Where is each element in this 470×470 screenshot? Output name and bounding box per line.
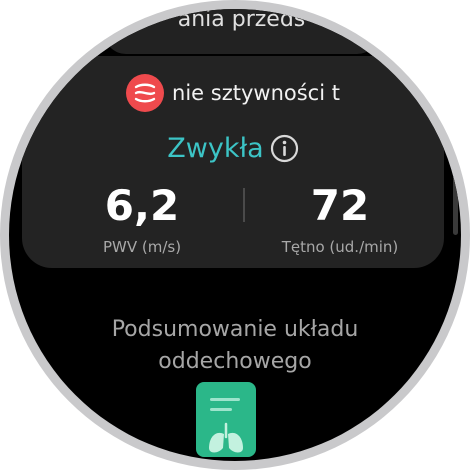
heart-rate-label: Tętno (ud./min) xyxy=(281,238,399,256)
pwv-metric: 6,2 PWV (m/s) xyxy=(67,181,217,257)
report-line xyxy=(210,398,240,401)
respiratory-summary-title: Podsumowanie układu oddechowego xyxy=(9,314,461,378)
card-header: nie sztywności t xyxy=(22,73,444,113)
watch-screen[interactable]: ania przeds nie sztywności t Zwykła 6,2 … xyxy=(9,9,461,461)
heart-rate-value: 72 xyxy=(310,181,370,230)
card-title: nie sztywności t xyxy=(172,81,340,105)
scroll-indicator xyxy=(453,125,458,235)
watch-bezel: ania przeds nie sztywności t Zwykła 6,2 … xyxy=(0,0,470,470)
section-title-line-2: oddechowego xyxy=(158,349,312,374)
screenshot-page: ania przeds nie sztywności t Zwykła 6,2 … xyxy=(0,0,470,470)
previous-card-text: ania przeds xyxy=(177,9,306,32)
previous-card[interactable]: ania przeds xyxy=(104,9,379,54)
lungs-report-icon[interactable] xyxy=(196,382,256,457)
heart-wave-icon xyxy=(126,74,165,112)
pwv-label: PWV (m/s) xyxy=(102,238,182,256)
heart-rate-metric: 72 Tętno (ud./min) xyxy=(265,181,415,257)
section-title-line-1: Podsumowanie układu xyxy=(111,317,359,342)
status-text: Zwykła xyxy=(167,132,264,164)
lungs-icon xyxy=(209,422,243,453)
status-row: Zwykła xyxy=(22,128,444,168)
pwv-value: 6,2 xyxy=(104,181,180,230)
arterial-stiffness-card[interactable]: nie sztywności t Zwykła 6,2 PWV (m/s) 72… xyxy=(22,56,444,268)
report-line xyxy=(210,408,232,411)
info-icon[interactable] xyxy=(270,134,299,163)
metric-divider xyxy=(243,188,245,222)
